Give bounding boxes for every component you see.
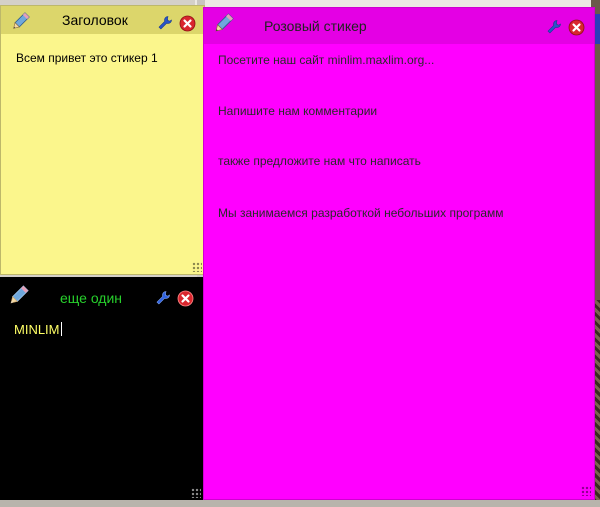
sticker-text-line[interactable]: Посетите наш сайт minlim.maxlim.org... bbox=[218, 53, 434, 67]
close-icon[interactable] bbox=[568, 19, 585, 36]
resize-grip-icon[interactable] bbox=[191, 488, 201, 498]
sticker-text-line[interactable]: Напишите нам комментарии bbox=[218, 104, 377, 118]
pencil-icon[interactable] bbox=[6, 284, 30, 308]
pencil-icon[interactable] bbox=[9, 11, 31, 33]
close-icon[interactable] bbox=[179, 15, 196, 32]
sticker-title[interactable]: Заголовок bbox=[62, 12, 128, 28]
sticker-text-field[interactable]: MINLIM bbox=[14, 322, 62, 337]
sticker-titlebar[interactable]: Розовый стикер bbox=[204, 8, 594, 44]
sticker-text[interactable]: Всем привет это стикер 1 bbox=[16, 51, 158, 65]
sticker-text-line[interactable]: Мы занимаемся разработкой небольших прог… bbox=[218, 206, 504, 220]
sticker-magenta[interactable]: Розовый стикер Посетите наш сайт minlim.… bbox=[203, 7, 595, 500]
sticker-title[interactable]: Розовый стикер bbox=[264, 18, 367, 34]
close-icon[interactable] bbox=[177, 290, 194, 307]
resize-grip-icon[interactable] bbox=[192, 262, 202, 272]
sticker-yellow[interactable]: Заголовок Всем привет это стикер 1 bbox=[0, 5, 205, 275]
wrench-icon[interactable] bbox=[157, 15, 173, 31]
sticker-black[interactable]: еще один MINLIM bbox=[0, 277, 205, 500]
sticker-text-line[interactable]: также предложите нам что написать bbox=[218, 154, 421, 168]
resize-grip-icon[interactable] bbox=[581, 486, 591, 496]
text-cursor bbox=[60, 322, 62, 336]
wrench-icon[interactable] bbox=[546, 19, 562, 35]
background-bottom-edge bbox=[0, 500, 600, 507]
pencil-icon[interactable] bbox=[211, 12, 235, 36]
sticker-titlebar[interactable]: Заголовок bbox=[1, 6, 204, 34]
sticker-text: MINLIM bbox=[14, 322, 60, 337]
sticker-title[interactable]: еще один bbox=[60, 290, 122, 306]
sticker-titlebar[interactable]: еще один bbox=[0, 283, 205, 311]
wrench-icon[interactable] bbox=[155, 290, 171, 306]
